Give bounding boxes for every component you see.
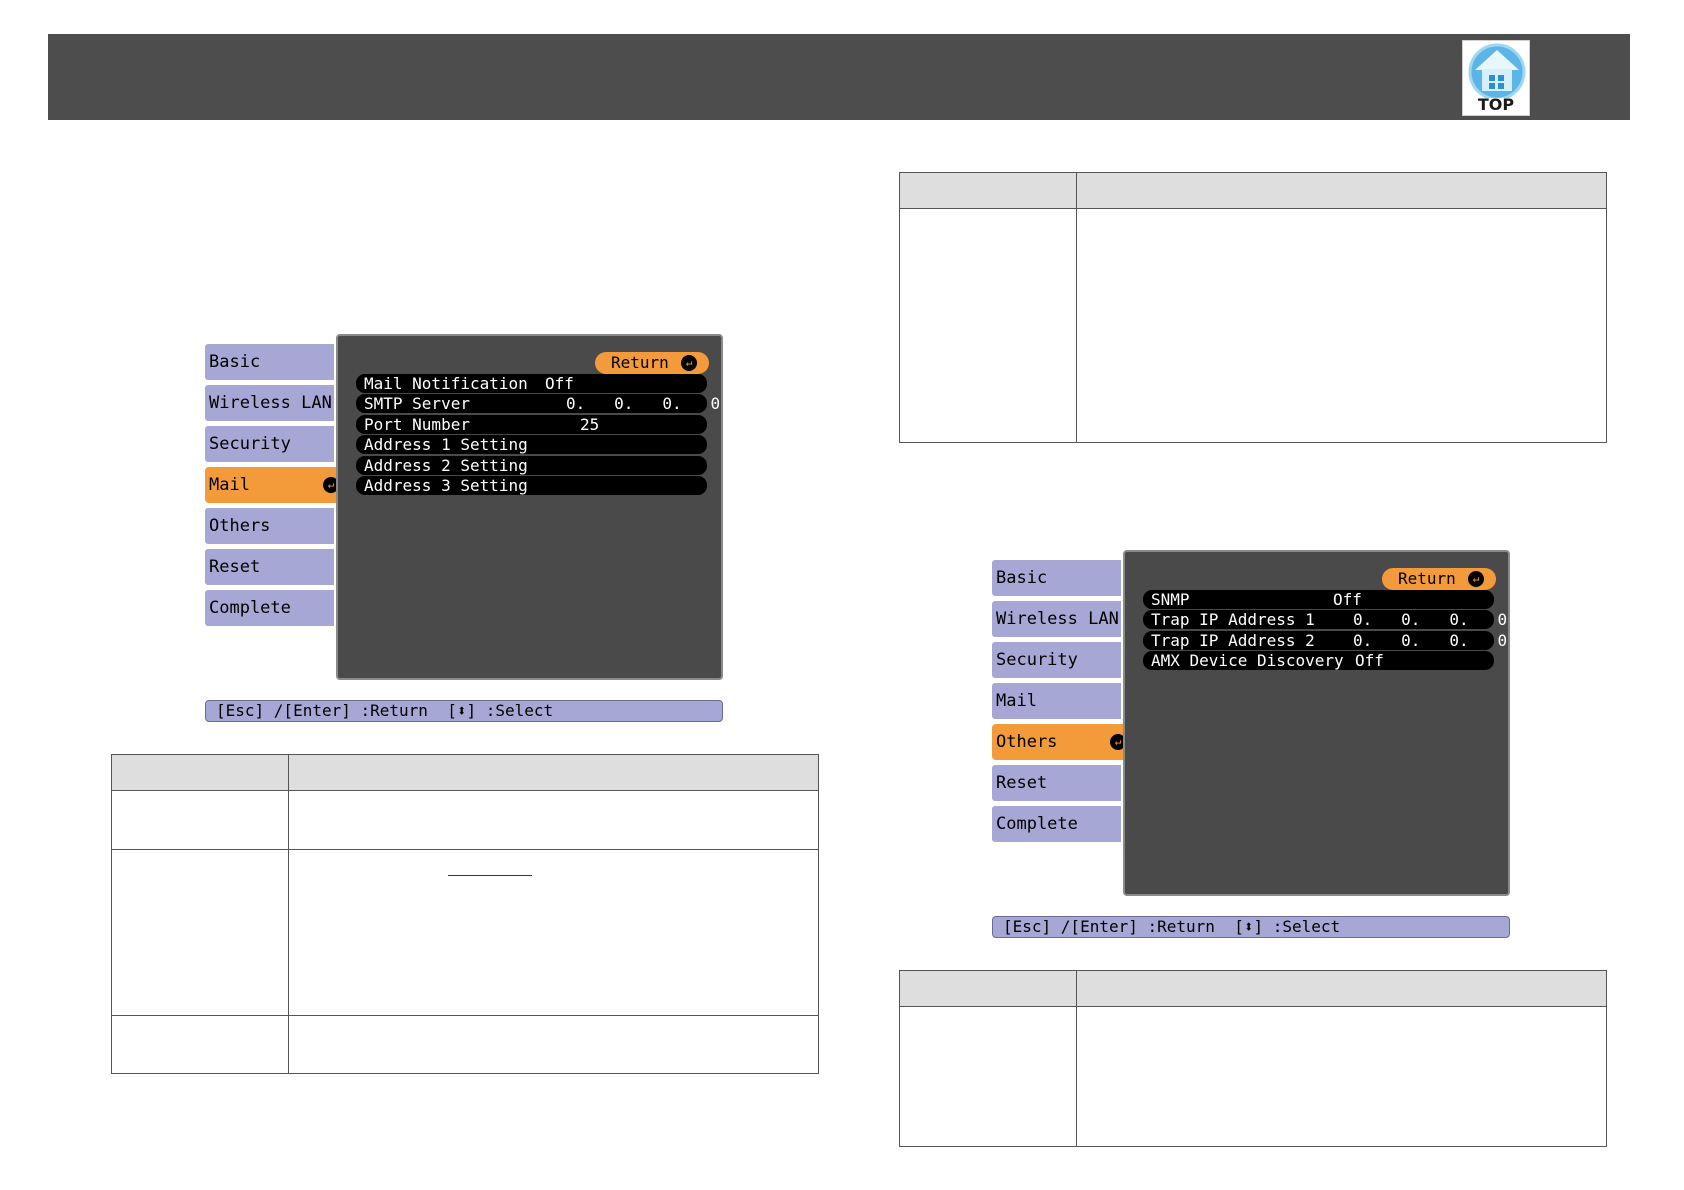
tab-label: Others (996, 732, 1058, 752)
setting-row-address-2[interactable]: Address 2 Setting (356, 456, 707, 475)
setting-label: Trap IP Address 2 (1151, 631, 1315, 650)
tab-complete[interactable]: Complete (205, 590, 334, 626)
setting-value: Off (545, 374, 574, 393)
setting-row-mail-notification[interactable]: Mail Notification Off (356, 374, 707, 393)
mail-menu-screenshot: Basic Wireless LAN Security Mail ↵ Others… (205, 334, 723, 724)
table-header (900, 971, 1606, 1007)
setting-row-address-1[interactable]: Address 1 Setting (356, 435, 707, 454)
tab-basic[interactable]: Basic (205, 344, 334, 380)
setting-row-amx-discovery[interactable]: AMX Device Discovery Off (1143, 651, 1494, 670)
setting-row-trap-ip-1[interactable]: Trap IP Address 1 0. 0. 0. 0 (1143, 610, 1507, 629)
setting-row-trap-ip-2[interactable]: Trap IP Address 2 0. 0. 0. 0 (1143, 631, 1507, 650)
page-header-bar (48, 34, 1630, 120)
tab-label: Security (996, 650, 1078, 670)
tab-security[interactable]: Security (205, 426, 334, 462)
menu-help-bar: [Esc] /[Enter] :Return [⬍] :Select (992, 916, 1510, 938)
return-label: Return (611, 353, 669, 372)
mail-settings-table (111, 754, 819, 1074)
settings-panel: Return ↵ SNMP Off Trap IP Address 1 0. 0. 0… (1123, 550, 1510, 896)
column-divider (288, 755, 289, 1073)
setting-row-port-number[interactable]: Port Number 25 (356, 415, 707, 434)
setting-label: Address 3 Setting (364, 476, 528, 495)
top-button[interactable]: TOP (1462, 40, 1530, 116)
setting-value: 0. 0. 0. 0 (566, 394, 721, 413)
setting-label: Port Number (364, 415, 470, 434)
tab-label: Security (209, 434, 291, 454)
tab-reset[interactable]: Reset (205, 549, 334, 585)
table-header (112, 755, 818, 791)
continued-settings-table (899, 172, 1607, 443)
setting-label: Address 2 Setting (364, 456, 528, 475)
setting-value: Off (1355, 651, 1384, 670)
setting-label: SNMP (1151, 590, 1190, 609)
table-header (900, 173, 1606, 209)
enter-icon: ↵ (681, 355, 697, 371)
setting-value: Off (1333, 590, 1362, 609)
setting-value: 25 (580, 415, 600, 434)
setting-row-snmp[interactable]: SNMP Off (1143, 590, 1494, 609)
enter-icon: ↵ (1468, 571, 1484, 587)
return-button[interactable]: Return ↵ (595, 352, 709, 374)
setting-label: Mail Notification (364, 374, 528, 393)
tab-mail[interactable]: Mail ↵ (205, 467, 345, 503)
setting-label: AMX Device Discovery (1151, 651, 1344, 670)
tab-label: Reset (209, 557, 261, 577)
tab-label: Basic (209, 352, 261, 372)
return-label: Return (1398, 569, 1456, 588)
tab-label: Wireless LAN (209, 393, 332, 413)
tab-wireless-lan[interactable]: Wireless LAN (205, 385, 334, 421)
tab-basic[interactable]: Basic (992, 560, 1121, 596)
column-divider (1076, 971, 1077, 1146)
top-label: TOP (1477, 95, 1515, 114)
tab-label: Others (209, 516, 271, 536)
column-divider (1076, 173, 1077, 442)
setting-row-address-3[interactable]: Address 3 Setting (356, 476, 707, 495)
setting-label: Trap IP Address 1 (1151, 610, 1315, 629)
tab-label: Basic (996, 568, 1048, 588)
others-menu-screenshot: Basic Wireless LAN Security Mail Others ↵… (992, 550, 1510, 940)
menu-help-bar: [Esc] /[Enter] :Return [⬍] :Select (205, 700, 723, 722)
tab-security[interactable]: Security (992, 642, 1121, 678)
others-settings-table (899, 970, 1607, 1147)
link-underline[interactable] (448, 875, 532, 876)
tab-others[interactable]: Others (205, 508, 334, 544)
tab-label: Reset (996, 773, 1048, 793)
row-divider (112, 849, 818, 850)
tab-label: Mail (996, 691, 1037, 711)
setting-label: SMTP Server (364, 394, 470, 413)
tab-label: Wireless LAN (996, 609, 1119, 629)
tab-mail[interactable]: Mail (992, 683, 1121, 719)
home-icon (1468, 43, 1526, 98)
setting-value: 0. 0. 0. 0 (1353, 610, 1508, 629)
setting-value: 0. 0. 0. 0 (1353, 631, 1508, 650)
tab-label: Mail (209, 475, 250, 495)
setting-label: Address 1 Setting (364, 435, 528, 454)
return-button[interactable]: Return ↵ (1382, 568, 1496, 590)
tab-label: Complete (996, 814, 1078, 834)
tab-reset[interactable]: Reset (992, 765, 1121, 801)
tab-wireless-lan[interactable]: Wireless LAN (992, 601, 1121, 637)
setting-row-smtp-server[interactable]: SMTP Server 0. 0. 0. 0 (356, 394, 720, 413)
settings-panel: Return ↵ Mail Notification Off SMTP Server… (336, 334, 723, 680)
tab-label: Complete (209, 598, 291, 618)
tab-others[interactable]: Others ↵ (992, 724, 1132, 760)
tab-complete[interactable]: Complete (992, 806, 1121, 842)
row-divider (112, 1015, 818, 1016)
